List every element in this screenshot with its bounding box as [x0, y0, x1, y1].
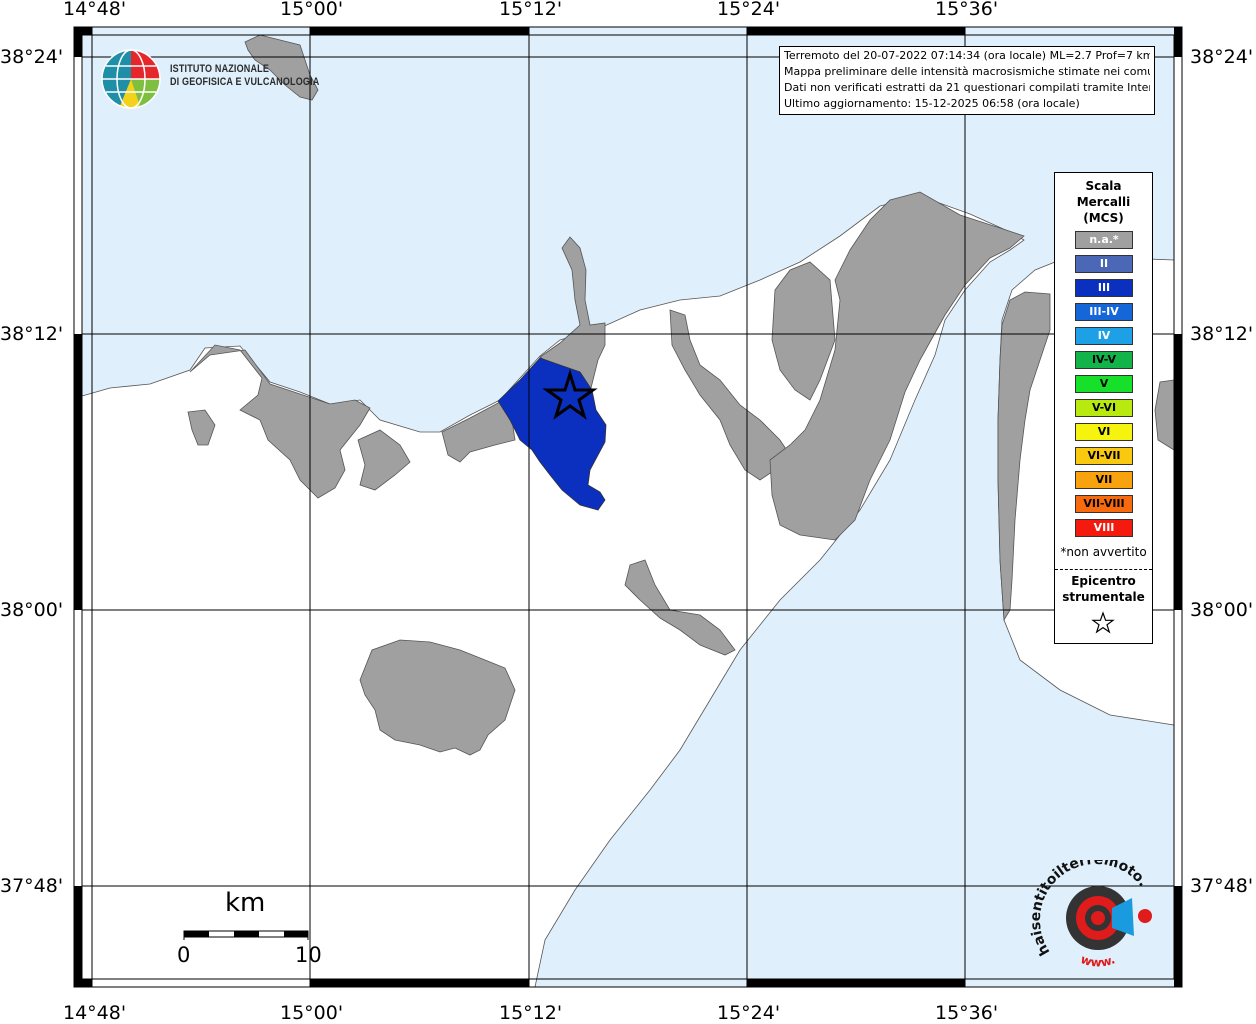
info-last-update: Ultimo aggiornamento: 15-12-2025 06:58 (…	[784, 97, 1080, 110]
legend-item: II	[1075, 255, 1133, 273]
legend-item: III	[1075, 279, 1133, 297]
legend-epicenter-label: Epicentro strumentale	[1055, 573, 1152, 605]
info-data-note: Dati non verificati estratti da 21 quest…	[784, 81, 1150, 94]
intensity-legend: Scala Mercalli (MCS) n.a.* II III III-IV IV I…	[1054, 172, 1153, 644]
lat-label-right: 38°12'	[1190, 323, 1254, 345]
legend-star-icon	[1091, 611, 1115, 634]
legend-item: n.a.*	[1075, 231, 1133, 249]
legend-note: *non avvertito	[1060, 545, 1147, 559]
lat-label-right: 38°24'	[1190, 46, 1254, 68]
lat-label-left: 38°00'	[0, 599, 64, 621]
info-description: Mappa preliminare delle intensità macros…	[784, 65, 1150, 78]
lat-label-left: 37°48'	[0, 875, 64, 897]
ingv-line2: DI GEOFISICA E VULCANOLOGIA	[170, 76, 320, 88]
info-event: Terremoto del 20-07-2022 07:14:34 (ora l…	[784, 49, 1150, 62]
ingv-line1: ISTITUTO NAZIONALE	[170, 63, 270, 75]
legend-item: V	[1075, 375, 1133, 393]
scalebar-min: 0	[177, 943, 191, 967]
lon-label-top: 15°24'	[717, 0, 781, 20]
legend-item: VI	[1075, 423, 1133, 441]
legend-item: III-IV	[1075, 303, 1133, 321]
legend-divider	[1055, 569, 1152, 570]
ingv-globe-icon	[101, 49, 161, 109]
legend-title-line: Mercalli	[1076, 195, 1131, 209]
legend-title-line: (MCS)	[1083, 211, 1124, 225]
lon-label-bottom: 15°12'	[499, 1002, 563, 1024]
lon-label-top: 15°12'	[499, 0, 563, 20]
lon-label-top: 15°36'	[935, 0, 999, 20]
legend-title: Scala Mercalli (MCS)	[1055, 178, 1152, 226]
info-box: Terremoto del 20-07-2022 07:14:34 (ora l…	[779, 46, 1155, 115]
legend-item: VI-VII	[1075, 447, 1133, 465]
lon-label-bottom: 15°36'	[935, 1002, 999, 1024]
lat-label-left: 38°24'	[0, 46, 64, 68]
legend-item: V-VI	[1075, 399, 1133, 417]
scalebar-unit: km	[225, 888, 266, 918]
hsit-url-prefix: www.	[1079, 952, 1117, 970]
legend-item: IV	[1075, 327, 1133, 345]
scalebar-max: 10	[295, 943, 322, 967]
lat-label-right: 37°48'	[1190, 875, 1254, 897]
lon-label-top: 15°00'	[280, 0, 344, 20]
lat-label-right: 38°00'	[1190, 599, 1254, 621]
hsit-url-path: www.	[1079, 952, 1117, 970]
lon-label-bottom: 15°00'	[280, 1002, 344, 1024]
lon-label-top: 14°48'	[63, 0, 127, 20]
legend-title-line: Scala	[1085, 179, 1122, 193]
legend-item: VII	[1075, 471, 1133, 489]
legend-epicenter-line: strumentale	[1062, 590, 1145, 604]
legend-item: VIII	[1075, 519, 1133, 537]
lon-label-bottom: 14°48'	[63, 1002, 127, 1024]
lon-label-bottom: 15°24'	[717, 1002, 781, 1024]
ingv-logo-text: ISTITUTO NAZIONALE DI GEOFISICA E VULCAN…	[170, 63, 319, 89]
lat-label-left: 38°12'	[0, 323, 64, 345]
legend-item: IV-V	[1075, 351, 1133, 369]
legend-item: VII-VIII	[1075, 495, 1133, 513]
hsit-logo-icon: haisentitoilterremoto.it www.	[1030, 860, 1152, 970]
legend-epicenter-line: Epicentro	[1071, 574, 1136, 588]
